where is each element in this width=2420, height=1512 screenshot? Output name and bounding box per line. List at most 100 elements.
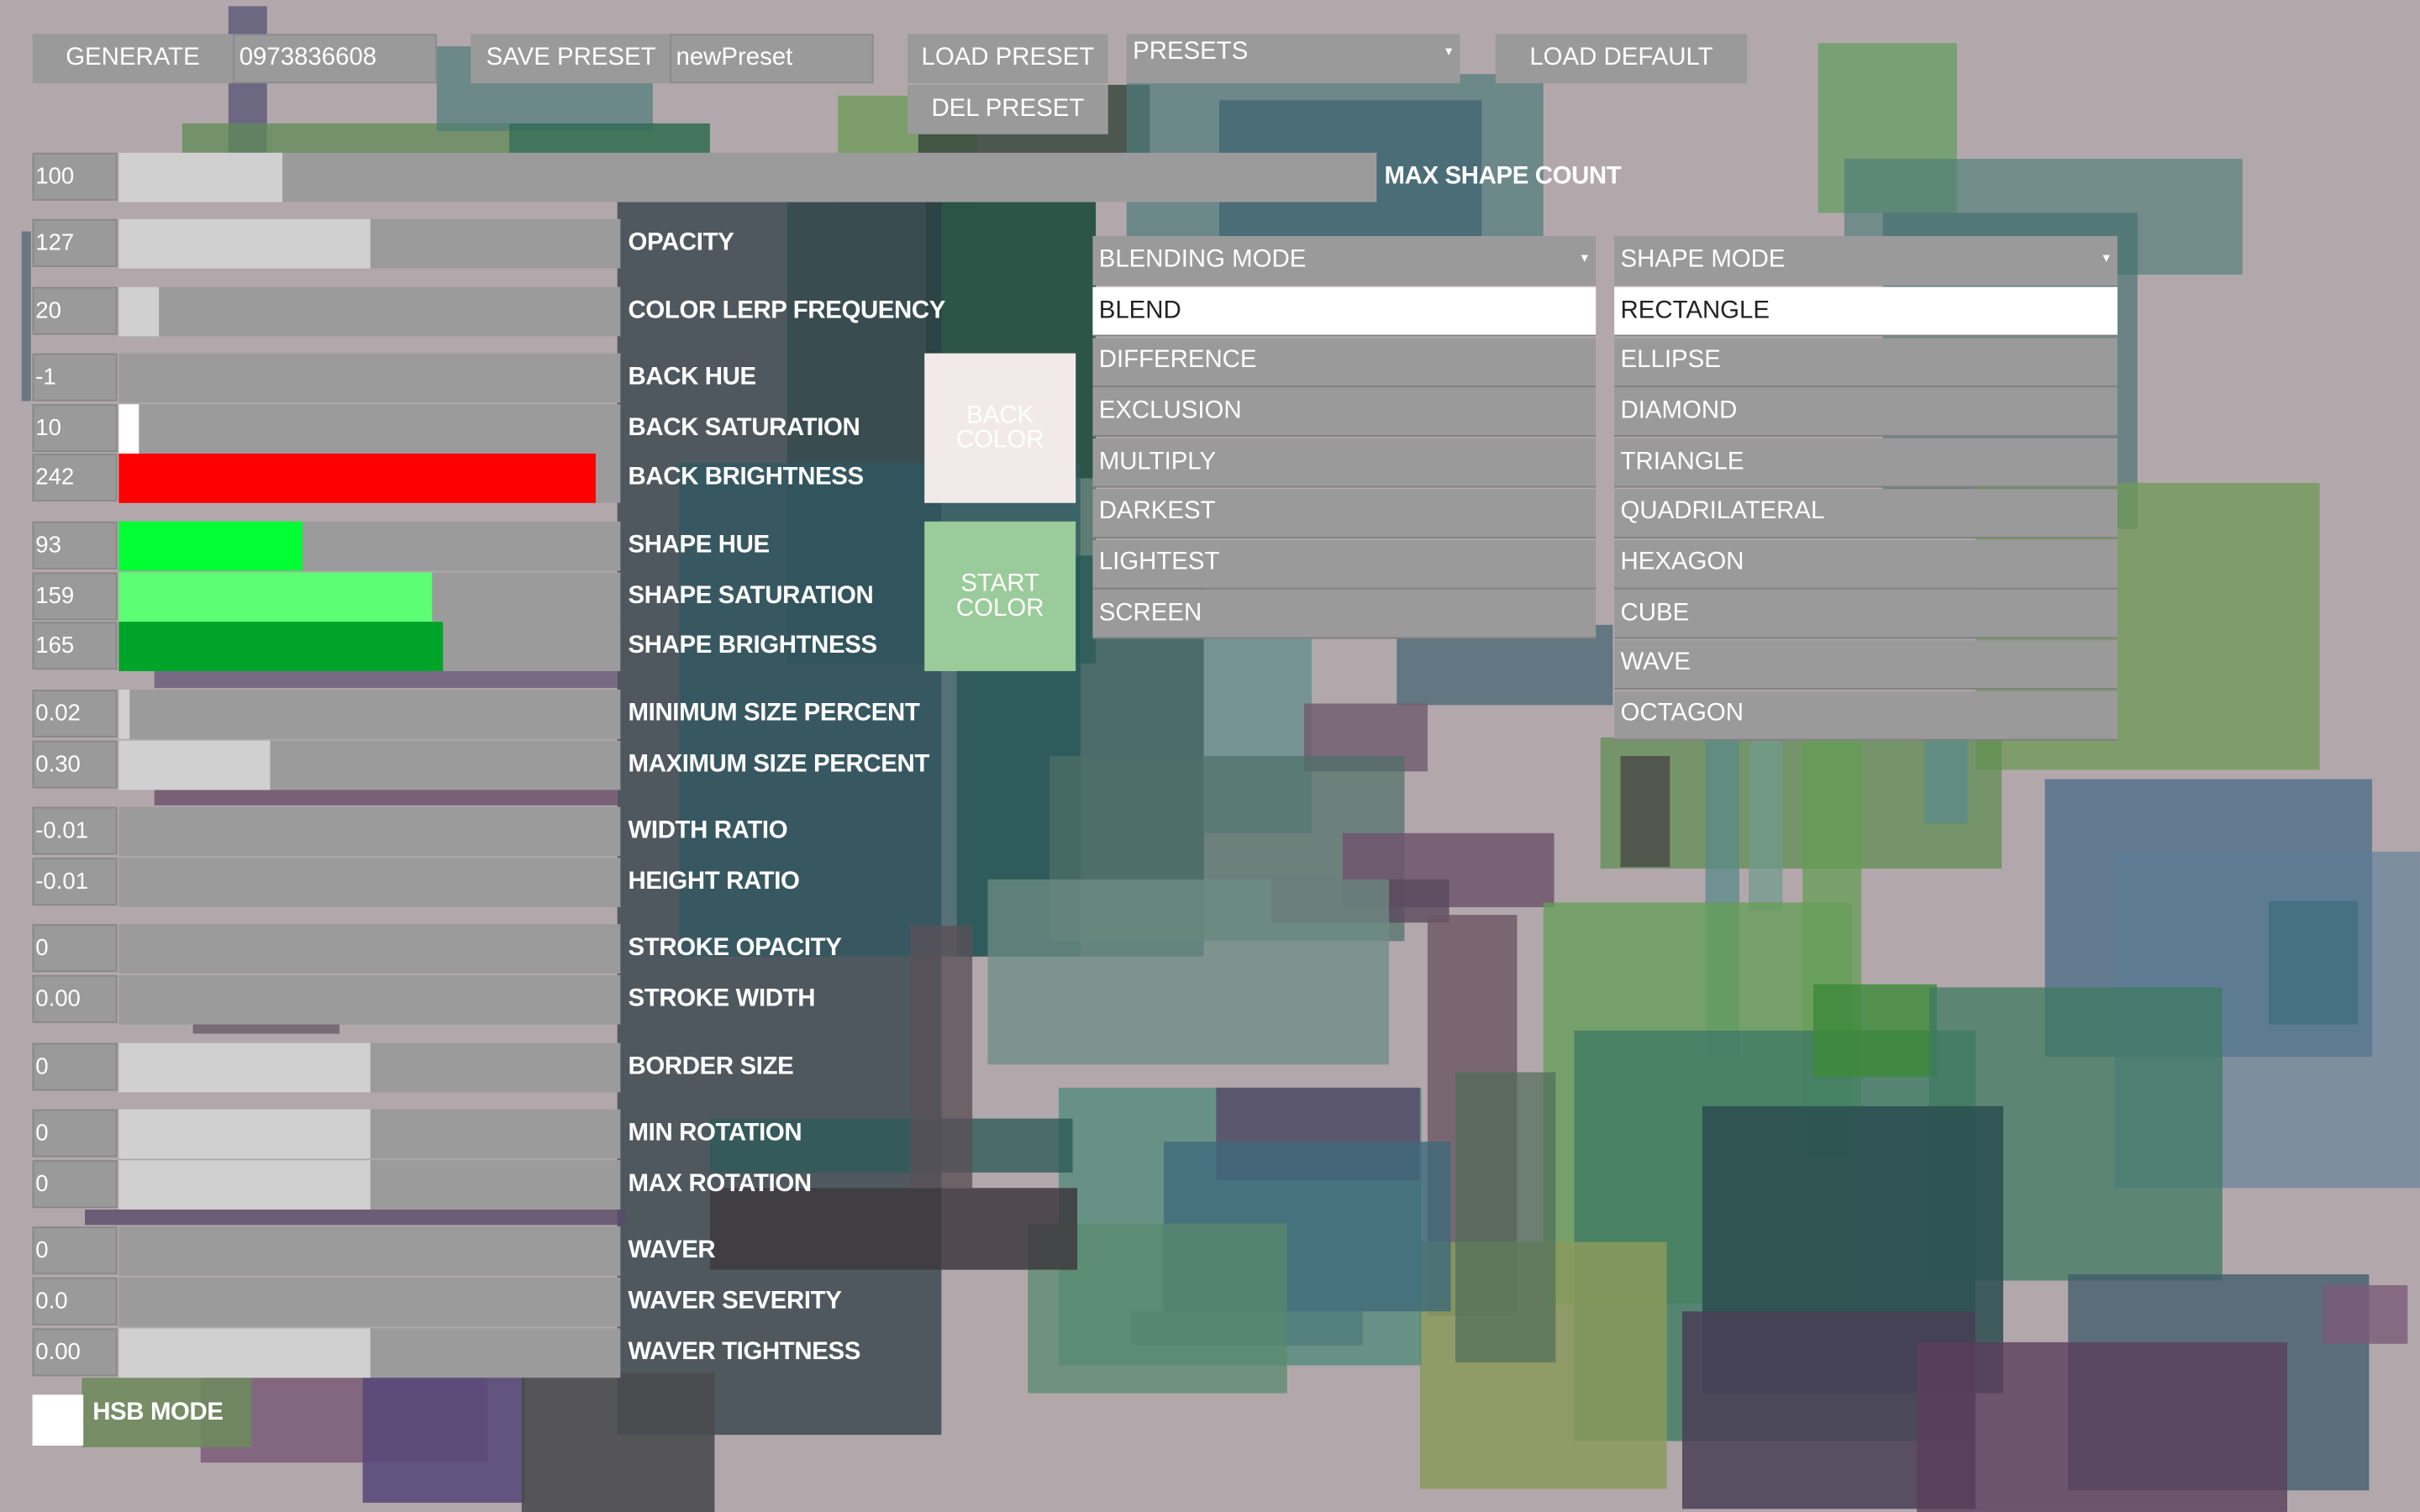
blending-mode-option-screen[interactable]: SCREEN: [1092, 589, 1597, 639]
opacity-slider[interactable]: [118, 218, 621, 269]
del-preset-button[interactable]: DEL PRESET: [907, 85, 1108, 134]
back-color-label-2: COLOR: [955, 426, 1044, 454]
height-ratio-slider[interactable]: [118, 858, 621, 907]
max-rotation-label: MAX ROTATION: [628, 1171, 813, 1198]
color-lerp-frequency-slider[interactable]: [118, 286, 621, 337]
waver-label: WAVER: [628, 1237, 716, 1264]
back-brightness-label: BACK BRIGHTNESS: [628, 464, 865, 491]
shape-mode-option-triangle[interactable]: TRIANGLE: [1614, 438, 2118, 488]
start-color-label-2: COLOR: [955, 595, 1044, 622]
color-lerp-frequency-fill: [118, 286, 160, 337]
shape-mode-option-hexagon[interactable]: HEXAGON: [1614, 538, 2118, 589]
width-ratio-slider[interactable]: [118, 806, 621, 857]
max-size-percent-fill: [118, 740, 271, 790]
blending-mode-option-exclusion[interactable]: EXCLUSION: [1092, 387, 1597, 438]
blending-mode-option-lightest[interactable]: LIGHTEST: [1092, 538, 1597, 589]
shape-brightness-label: SHAPE BRIGHTNESS: [628, 633, 878, 659]
shape-saturation-fill: [118, 572, 433, 622]
back-saturation-fill: [118, 404, 139, 454]
shape-mode-option-diamond[interactable]: DIAMOND: [1614, 387, 2118, 438]
min-rotation-slider[interactable]: [118, 1109, 621, 1159]
stroke-width-slider[interactable]: [118, 974, 621, 1025]
max-rotation-value[interactable]: 0: [32, 1160, 118, 1209]
blending-mode-dropdown[interactable]: BLENDING MODE ▾: [1092, 236, 1597, 286]
max-shape-count-value[interactable]: 100: [32, 152, 118, 201]
load-default-button[interactable]: LOAD DEFAULT: [1495, 34, 1748, 84]
waver-tightness-value[interactable]: 0.00: [32, 1328, 118, 1377]
min-size-percent-label: MINIMUM SIZE PERCENT: [628, 700, 920, 727]
shape-mode-label: SHAPE MODE: [1620, 246, 1786, 274]
color-lerp-frequency-value[interactable]: 20: [32, 286, 118, 335]
shape-saturation-slider[interactable]: [118, 572, 621, 622]
waver-severity-value[interactable]: 0.0: [32, 1277, 118, 1326]
shape-mode-dropdown[interactable]: SHAPE MODE ▾: [1614, 236, 2118, 286]
shape-saturation-value[interactable]: 159: [32, 572, 118, 621]
waver-slider[interactable]: [118, 1226, 621, 1276]
chevron-down-icon: ▾: [2102, 249, 2110, 265]
hsb-mode-checkbox[interactable]: [32, 1394, 84, 1446]
min-rotation-fill: [118, 1109, 371, 1159]
start-color-swatch: START COLOR: [924, 521, 1076, 671]
min-rotation-label: MIN ROTATION: [628, 1120, 802, 1147]
blending-mode-option-multiply[interactable]: MULTIPLY: [1092, 438, 1597, 488]
max-shape-count-label: MAX SHAPE COUNT: [1384, 163, 1622, 190]
blending-mode-option-blend[interactable]: BLEND: [1092, 286, 1597, 337]
opacity-value[interactable]: 127: [32, 218, 118, 267]
preset-name-input[interactable]: newPreset: [670, 34, 874, 84]
back-hue-slider[interactable]: [118, 353, 621, 403]
max-size-percent-label: MAXIMUM SIZE PERCENT: [628, 751, 930, 778]
shape-mode-option-cube[interactable]: CUBE: [1614, 589, 2118, 639]
shape-hue-slider[interactable]: [118, 521, 621, 571]
shape-hue-label: SHAPE HUE: [628, 532, 771, 559]
canvas: GENERATE 0973836608 SAVE PRESET newPrese…: [0, 0, 2420, 1512]
shape-brightness-slider[interactable]: [118, 622, 621, 671]
shape-mode-option-octagon[interactable]: OCTAGON: [1614, 690, 2118, 740]
shape-mode-option-ellipse[interactable]: ELLIPSE: [1614, 337, 2118, 387]
stroke-width-value[interactable]: 0.00: [32, 974, 118, 1023]
border-size-value[interactable]: 0: [32, 1042, 118, 1091]
back-color-swatch: BACK COLOR: [924, 353, 1076, 503]
back-saturation-slider[interactable]: [118, 404, 621, 454]
back-brightness-value[interactable]: 242: [32, 453, 118, 501]
shape-mode-option-wave[interactable]: WAVE: [1614, 640, 2118, 690]
shape-brightness-value[interactable]: 165: [32, 622, 118, 670]
max-size-percent-slider[interactable]: [118, 740, 621, 790]
height-ratio-label: HEIGHT RATIO: [628, 869, 800, 895]
presets-dropdown[interactable]: PRESETS ▾: [1126, 34, 1460, 84]
min-size-percent-value[interactable]: 0.02: [32, 690, 118, 738]
width-ratio-label: WIDTH RATIO: [628, 817, 788, 844]
waver-tightness-fill: [118, 1328, 371, 1378]
waver-value[interactable]: 0: [32, 1226, 118, 1275]
back-brightness-slider[interactable]: [118, 453, 621, 503]
shape-mode-option-quadrilateral[interactable]: QUADRILATERAL: [1614, 488, 2118, 538]
blending-mode-option-darkest[interactable]: DARKEST: [1092, 488, 1597, 538]
seed-input[interactable]: 0973836608: [233, 34, 437, 84]
width-ratio-value[interactable]: -0.01: [32, 806, 118, 855]
max-shape-count-slider[interactable]: [118, 152, 1377, 202]
shape-hue-value[interactable]: 93: [32, 521, 118, 570]
save-preset-button[interactable]: SAVE PRESET: [471, 34, 671, 84]
back-hue-label: BACK HUE: [628, 364, 757, 391]
min-size-percent-slider[interactable]: [118, 690, 621, 739]
back-hue-value[interactable]: -1: [32, 353, 118, 402]
stroke-opacity-label: STROKE OPACITY: [628, 935, 842, 962]
stroke-opacity-value[interactable]: 0: [32, 924, 118, 973]
chevron-down-icon: ▾: [1581, 249, 1588, 265]
max-rotation-slider[interactable]: [118, 1160, 621, 1210]
presets-dropdown-label: PRESETS: [1133, 38, 1249, 66]
height-ratio-value[interactable]: -0.01: [32, 858, 118, 906]
stroke-opacity-slider[interactable]: [118, 924, 621, 974]
blending-mode-option-difference[interactable]: DIFFERENCE: [1092, 337, 1597, 387]
blending-mode-label: BLENDING MODE: [1098, 246, 1307, 274]
back-brightness-fill: [118, 453, 596, 503]
generate-button[interactable]: GENERATE: [32, 34, 234, 84]
min-rotation-value[interactable]: 0: [32, 1109, 118, 1158]
back-saturation-value[interactable]: 10: [32, 404, 118, 453]
waver-severity-slider[interactable]: [118, 1277, 621, 1327]
waver-tightness-slider[interactable]: [118, 1328, 621, 1378]
load-preset-button[interactable]: LOAD PRESET: [907, 34, 1108, 84]
max-size-percent-value[interactable]: 0.30: [32, 740, 118, 789]
border-size-slider[interactable]: [118, 1042, 621, 1093]
stroke-width-label: STROKE WIDTH: [628, 985, 816, 1012]
shape-mode-option-rectangle[interactable]: RECTANGLE: [1614, 286, 2118, 337]
